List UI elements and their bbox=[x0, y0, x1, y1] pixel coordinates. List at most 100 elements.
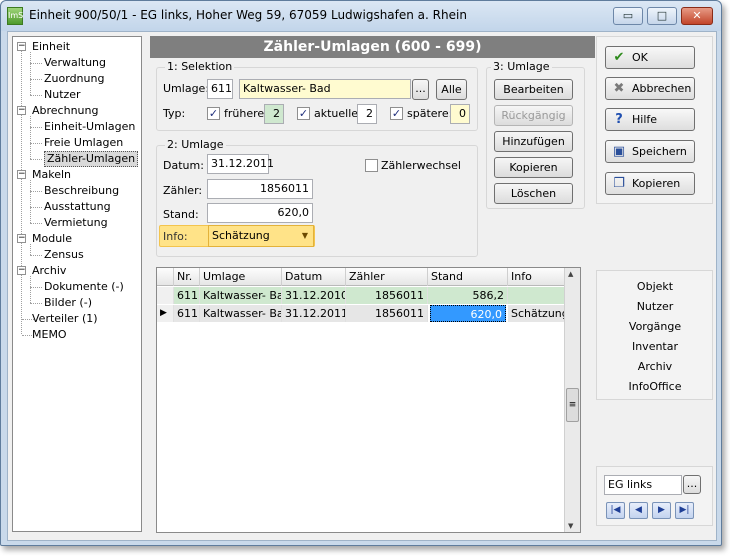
tree-item-zensus[interactable]: Zensus bbox=[44, 247, 84, 263]
cell-stand-selected[interactable]: 620,0 bbox=[430, 305, 506, 322]
previous-record-icon[interactable]: ◀ bbox=[629, 502, 648, 519]
zaehler-label: Zähler: bbox=[163, 184, 203, 197]
datum-field[interactable]: 31.12.2011 bbox=[207, 154, 274, 174]
copy-icon: ❐ bbox=[613, 176, 625, 191]
loeschen-button[interactable]: Löschen bbox=[494, 183, 573, 204]
column-header-umlage[interactable]: Umlage bbox=[200, 268, 282, 286]
nav-link-vorgaenge[interactable]: Vorgänge bbox=[602, 320, 708, 334]
tree-expander-icon[interactable]: − bbox=[17, 106, 26, 115]
tree-item-freie-umlagen[interactable]: Freie Umlagen bbox=[44, 135, 123, 151]
column-header-info[interactable]: Info bbox=[508, 268, 565, 286]
alle-button[interactable]: Alle bbox=[436, 79, 467, 100]
cancel-icon: ✖ bbox=[613, 81, 625, 96]
tree-item-makeln[interactable]: Makeln bbox=[32, 167, 71, 183]
tree-item-nutzer[interactable]: Nutzer bbox=[44, 87, 81, 103]
nav-link-archiv[interactable]: Archiv bbox=[602, 360, 708, 374]
tree-item-verwaltung[interactable]: Verwaltung bbox=[44, 55, 106, 71]
maximize-button[interactable]: □ bbox=[647, 7, 677, 25]
kopieren-button[interactable]: Kopieren bbox=[494, 157, 573, 178]
umlage-number-field[interactable]: 611 bbox=[207, 79, 233, 99]
stand-field[interactable]: 620,0 bbox=[207, 203, 313, 223]
spaetere-count: 0 bbox=[450, 104, 470, 124]
zaehler-field[interactable]: 1856011 bbox=[207, 179, 313, 199]
minimize-button[interactable]: ▭ bbox=[613, 7, 643, 25]
scroll-down-icon[interactable]: ▼ bbox=[568, 522, 573, 530]
tree-line bbox=[30, 159, 42, 160]
tree-item-zähler-umlagen[interactable]: Zähler-Umlagen bbox=[44, 151, 139, 167]
tree-item-einheit[interactable]: Einheit bbox=[32, 39, 70, 55]
column-header-zaehler[interactable]: Zähler bbox=[346, 268, 428, 286]
column-header-nr[interactable]: Nr. bbox=[174, 268, 200, 286]
nav-link-nutzer[interactable]: Nutzer bbox=[602, 300, 708, 314]
tree-expander-icon[interactable]: − bbox=[17, 234, 26, 243]
check-icon: ✔ bbox=[613, 50, 625, 65]
tree-item-memo[interactable]: MEMO bbox=[32, 327, 67, 343]
fruehere-checkbox[interactable]: ✓ bbox=[207, 107, 220, 120]
aktionen-group-title: 3: Umlage bbox=[491, 60, 552, 73]
tree-expander-icon[interactable]: − bbox=[17, 266, 26, 275]
client-area: − Einheit Verwaltung Zuordnung Nutzer − Abrech… bbox=[7, 31, 717, 541]
spaetere-checkbox[interactable]: ✓ bbox=[390, 107, 403, 120]
aktuelle-checkbox[interactable]: ✓ bbox=[297, 107, 310, 120]
first-record-icon[interactable]: |◀ bbox=[606, 502, 625, 519]
scroll-up-icon[interactable]: ▲ bbox=[568, 270, 573, 278]
tree-line bbox=[30, 52, 31, 95]
tree-expander-icon[interactable]: − bbox=[17, 170, 26, 179]
tree-item-abrechnung[interactable]: Abrechnung bbox=[32, 103, 98, 119]
hilfe-button[interactable]: ? Hilfe bbox=[605, 108, 695, 131]
bearbeiten-button[interactable]: Bearbeiten bbox=[494, 79, 573, 100]
title-bar[interactable]: ImS Einheit 900/50/1 - EG links, Hoher W… bbox=[1, 1, 721, 31]
page-title: Zähler-Umlagen (600 - 699) bbox=[150, 36, 595, 58]
cell-datum: 31.12.2010 bbox=[282, 287, 346, 304]
tree-item-vermietung[interactable]: Vermietung bbox=[44, 215, 108, 231]
help-icon: ? bbox=[615, 112, 623, 127]
info-label: Info: bbox=[163, 230, 188, 243]
speichern-button[interactable]: ▣ Speichern bbox=[605, 140, 695, 163]
umlagen-grid[interactable]: Nr. Umlage Datum Zähler Stand Info 611 K… bbox=[156, 267, 581, 533]
save-icon: ▣ bbox=[612, 144, 626, 159]
nav-link-infooffice[interactable]: InfoOffice bbox=[602, 380, 708, 394]
table-row[interactable]: ▶ 611 Kaltwasser- Bad 31.12.2011 1856011… bbox=[157, 305, 565, 322]
tree-line bbox=[30, 303, 42, 304]
tree-expander-icon[interactable]: − bbox=[17, 42, 26, 51]
tree-line bbox=[30, 207, 42, 208]
rueckgaengig-button[interactable]: Rückgängig bbox=[494, 105, 573, 126]
hilfe-button-label: Hilfe bbox=[632, 113, 658, 126]
tree-item-archiv[interactable]: Archiv bbox=[32, 263, 66, 279]
table-row[interactable]: 611 Kaltwasser- Bad 31.12.2010 1856011 5… bbox=[157, 287, 565, 304]
abbrechen-button[interactable]: ✖ Abbrechen bbox=[605, 77, 695, 100]
last-record-icon[interactable]: ▶| bbox=[675, 502, 694, 519]
zaehlerwechsel-checkbox[interactable] bbox=[365, 159, 378, 172]
record-browse-button[interactable]: ... bbox=[683, 475, 701, 494]
main-window: ImS Einheit 900/50/1 - EG links, Hoher W… bbox=[0, 0, 722, 546]
grid-scrollbar[interactable]: ▲ ≡ ▼ bbox=[564, 268, 580, 532]
tree-item-zuordnung[interactable]: Zuordnung bbox=[44, 71, 104, 87]
tree-item-dokumente[interactable]: Dokumente (-) bbox=[44, 279, 124, 295]
action-button-panel: ✔ OK ✖ Abbrechen ? Hilfe ▣ Speichern ❐ K… bbox=[596, 36, 713, 204]
umlage-browse-button[interactable]: ... bbox=[412, 79, 429, 100]
tree-item-beschreibung[interactable]: Beschreibung bbox=[44, 183, 119, 199]
tree-item-einheit-umlagen[interactable]: Einheit-Umlagen bbox=[44, 119, 135, 135]
nav-link-objekt[interactable]: Objekt bbox=[602, 280, 708, 294]
info-dropdown[interactable]: Schätzung ▼ bbox=[208, 225, 314, 247]
column-header-stand[interactable]: Stand bbox=[428, 268, 508, 286]
close-button[interactable]: ✕ bbox=[681, 7, 713, 25]
scroll-thumb[interactable]: ≡ bbox=[566, 388, 579, 422]
aktuelle-count: 2 bbox=[357, 104, 377, 124]
kopieren-record-button[interactable]: ❐ Kopieren bbox=[605, 172, 695, 195]
cell-info: Schätzung bbox=[508, 305, 565, 322]
navigation-tree[interactable]: − Einheit Verwaltung Zuordnung Nutzer − Abrech… bbox=[12, 36, 142, 532]
tree-item-bilder[interactable]: Bilder (-) bbox=[44, 295, 92, 311]
current-record-field[interactable]: EG links bbox=[604, 475, 682, 495]
next-record-icon[interactable]: ▶ bbox=[652, 502, 671, 519]
column-header-datum[interactable]: Datum bbox=[282, 268, 346, 286]
speichern-button-label: Speichern bbox=[632, 145, 687, 158]
ok-button[interactable]: ✔ OK bbox=[605, 46, 695, 69]
tree-item-module[interactable]: Module bbox=[32, 231, 72, 247]
nav-link-inventar[interactable]: Inventar bbox=[602, 340, 708, 354]
tree-item-ausstattung[interactable]: Ausstattung bbox=[44, 199, 111, 215]
umlage-name-field[interactable]: Kaltwasser- Bad bbox=[239, 79, 411, 99]
tree-item-verteiler-1[interactable]: Verteiler (1) bbox=[32, 311, 98, 327]
fruehere-label: frühere: bbox=[224, 107, 268, 120]
hinzufuegen-button[interactable]: Hinzufügen bbox=[494, 131, 573, 152]
